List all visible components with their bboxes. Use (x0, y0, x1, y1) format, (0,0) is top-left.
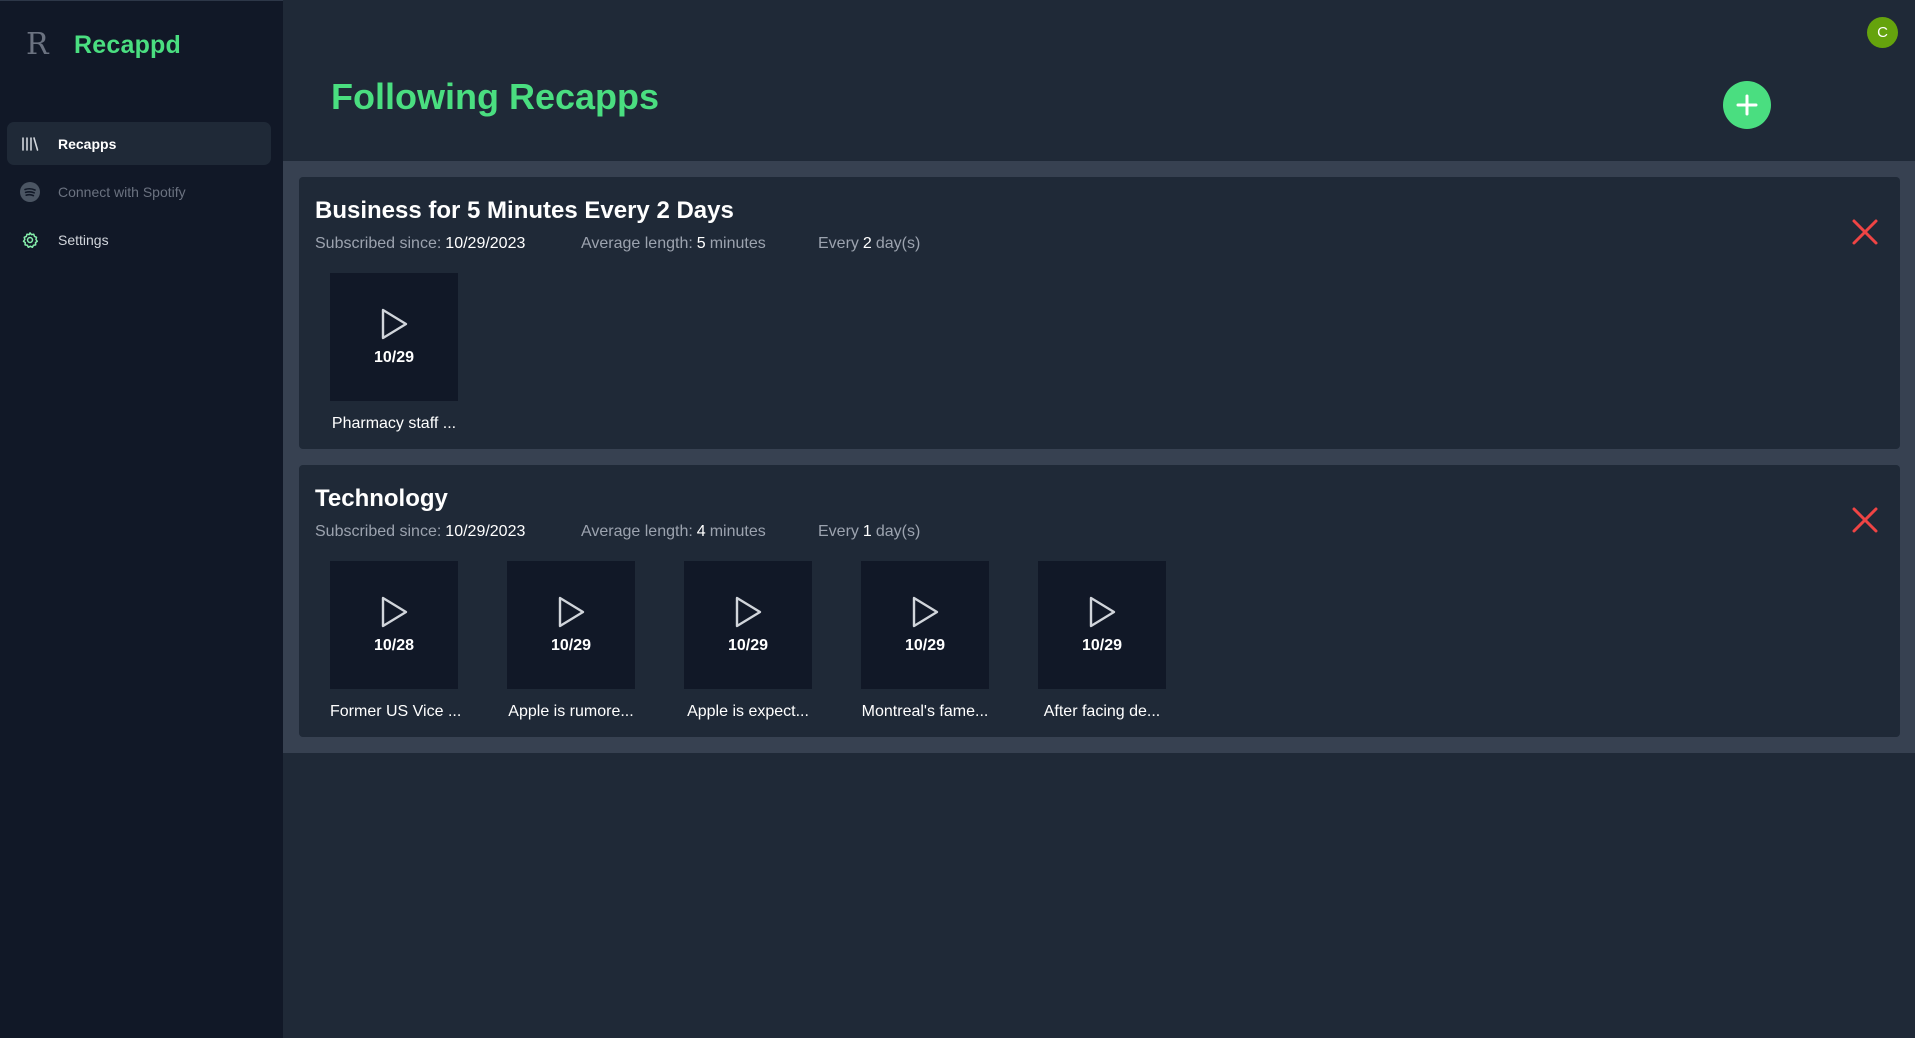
unsubscribe-button[interactable] (1850, 217, 1880, 247)
episode-date: 10/29 (550, 637, 592, 654)
avg-label: Average length: (581, 235, 693, 252)
brand[interactable]: R Recappd (26, 27, 181, 63)
play-icon (381, 596, 408, 628)
avg-value: 4 (696, 523, 706, 540)
sidebar-nav: Recapps Connect with Spotify Settings (7, 122, 271, 266)
episode-date: 10/28 (373, 637, 415, 654)
average-length: Average length: 5 minutes (581, 235, 818, 253)
avg-value: 5 (696, 235, 706, 252)
episode-date: 10/29 (727, 637, 769, 654)
sidebar-item-label: Connect with Spotify (58, 183, 186, 200)
play-icon (912, 596, 939, 628)
episode-tile[interactable]: 10/28 (330, 561, 458, 689)
recapp-card: Business for 5 Minutes Every 2 Days Subs… (299, 177, 1900, 449)
avg-label: Average length: (581, 523, 693, 540)
close-icon (1852, 219, 1878, 245)
add-recapp-button[interactable] (1723, 81, 1771, 129)
every-value: 1 (862, 523, 872, 540)
every-value: 2 (862, 235, 872, 252)
play-icon (558, 596, 585, 628)
frequency: Every 2 day(s) (818, 235, 920, 253)
plus-icon (1736, 94, 1758, 116)
sidebar-item-recapps[interactable]: Recapps (7, 122, 271, 165)
every-label: Every (818, 235, 859, 252)
episode-item[interactable]: 10/29 After facing de... (1038, 561, 1166, 721)
subscribed-label: Subscribed since: (315, 235, 442, 252)
episode-date: 10/29 (1081, 637, 1123, 654)
brand-logo: R (26, 27, 49, 62)
episode-tile[interactable]: 10/29 (861, 561, 989, 689)
episode-date: 10/29 (373, 349, 415, 366)
episode-item[interactable]: 10/29 Montreal's fame... (861, 561, 989, 721)
episode-item[interactable]: 10/29 Apple is rumore... (507, 561, 635, 721)
episode-item[interactable]: 10/29 Pharmacy staff ... (330, 273, 458, 433)
play-icon (1089, 596, 1116, 628)
spotify-icon (20, 181, 40, 202)
episode-title: Former US Vice ... (330, 703, 462, 720)
sidebar-item-connect-spotify[interactable]: Connect with Spotify (7, 170, 271, 213)
recapp-title: Business for 5 Minutes Every 2 Days (315, 197, 734, 224)
episode-item[interactable]: 10/28 Former US Vice ... (330, 561, 462, 721)
episode-title: Apple is rumore... (508, 703, 634, 720)
episode-title: After facing de... (1043, 703, 1161, 720)
episode-item[interactable]: 10/29 Apple is expect... (684, 561, 812, 721)
page-header: Following Recapps C (283, 0, 1915, 161)
subscribed-value: 10/29/2023 (445, 235, 526, 252)
subscribed-value: 10/29/2023 (445, 523, 526, 540)
frequency: Every 1 day(s) (818, 523, 920, 541)
sidebar-item-label: Settings (58, 231, 109, 248)
gear-icon (20, 230, 40, 250)
recapp-meta: Subscribed since: 10/29/2023 Average len… (315, 235, 920, 253)
page-title: Following Recapps (331, 76, 660, 117)
subscribed-since: Subscribed since: 10/29/2023 (315, 235, 581, 253)
recapp-card: Technology Subscribed since: 10/29/2023 … (299, 465, 1900, 737)
recapp-meta: Subscribed since: 10/29/2023 Average len… (315, 523, 920, 541)
play-icon (735, 596, 762, 628)
recapp-list: Business for 5 Minutes Every 2 Days Subs… (283, 161, 1915, 753)
episode-list: 10/28 Former US Vice ... 10/29 Apple is … (330, 561, 1215, 721)
subscribed-since: Subscribed since: 10/29/2023 (315, 523, 581, 541)
avg-unit: minutes (709, 235, 766, 252)
avatar[interactable]: C (1867, 17, 1898, 48)
episode-tile[interactable]: 10/29 (684, 561, 812, 689)
brand-name: Recappd (74, 30, 181, 59)
play-icon (381, 308, 408, 340)
episode-tile[interactable]: 10/29 (1038, 561, 1166, 689)
episode-title: Montreal's fame... (861, 703, 989, 720)
recapp-title: Technology (315, 485, 448, 512)
episode-tile[interactable]: 10/29 (330, 273, 458, 401)
avg-unit: minutes (709, 523, 766, 540)
episode-title: Pharmacy staff ... (331, 415, 457, 432)
every-unit: day(s) (875, 235, 921, 252)
average-length: Average length: 4 minutes (581, 523, 818, 541)
episode-date: 10/29 (904, 637, 946, 654)
main-content: Following Recapps C Business for 5 Minut… (283, 0, 1915, 1038)
every-unit: day(s) (875, 523, 921, 540)
close-icon (1852, 507, 1878, 533)
library-icon (20, 134, 40, 154)
sidebar: R Recappd Recapps Connect with Spotify S… (0, 0, 283, 1038)
subscribed-label: Subscribed since: (315, 523, 442, 540)
sidebar-item-settings[interactable]: Settings (7, 218, 271, 261)
unsubscribe-button[interactable] (1850, 505, 1880, 535)
episode-list: 10/29 Pharmacy staff ... (330, 273, 507, 433)
episode-tile[interactable]: 10/29 (507, 561, 635, 689)
sidebar-item-label: Recapps (58, 135, 117, 152)
episode-title: Apple is expect... (687, 703, 809, 720)
every-label: Every (818, 523, 859, 540)
